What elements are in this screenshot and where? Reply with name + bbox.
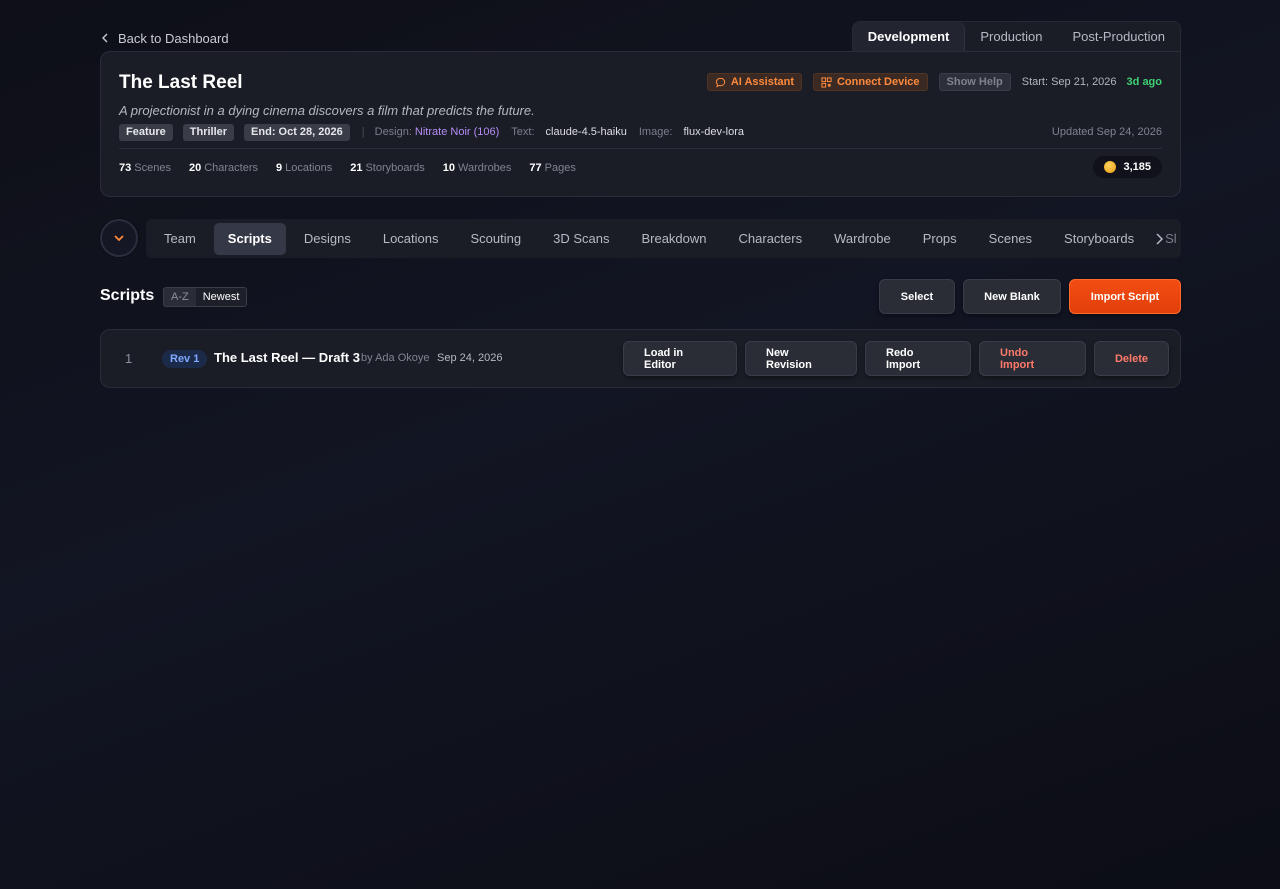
tag-end-date: End: Oct 28, 2026 [244, 123, 350, 141]
chevron-left-icon [102, 33, 108, 43]
text-model-value: claude-4.5-haiku [545, 126, 627, 138]
stat-locations: 9 Locations [276, 162, 333, 174]
collapse-toggle-button[interactable] [100, 219, 138, 257]
card-divider [119, 148, 1162, 149]
sort-newest[interactable]: Newest [195, 288, 247, 306]
project-stats: 73 Scenes 20 Characters 9 Locations 21 Story… [119, 160, 576, 176]
stat-characters: 20 Characters [188, 162, 258, 174]
script-row[interactable]: 1 Rev 1 The Last Reel — Draft 3 by Ada O… [100, 329, 1181, 388]
project-actions: AI Assistant Connect Device Show Help St… [706, 73, 1162, 91]
project-tagline: A projectionist in a dying cinema discov… [119, 103, 535, 118]
section-title: Scripts [100, 287, 155, 304]
design-value[interactable]: Nitrate Noir (106) [415, 126, 499, 138]
ai-assistant-label: AI Assistant [730, 76, 794, 88]
nav-scroll-right[interactable]: Sl [1154, 231, 1177, 246]
sort-az[interactable]: A-Z [164, 288, 196, 306]
sort-toggle: A-Z Newest [163, 287, 248, 307]
nav-team[interactable]: Team [150, 223, 210, 255]
revision-badge: Rev 1 [162, 350, 208, 368]
nav-3d-scans[interactable]: 3D Scans [539, 223, 623, 255]
image-model-value: flux-dev-lora [683, 126, 745, 138]
script-author: by Ada Okoye [361, 352, 430, 364]
nav-designs[interactable]: Designs [290, 223, 365, 255]
select-button[interactable]: Select [879, 279, 955, 314]
scripts-actions: Select New Blank Import Script [879, 279, 1181, 314]
chevron-right-icon [1156, 232, 1164, 245]
tab-development[interactable]: Development [852, 22, 966, 52]
tag-genre: Thriller [182, 123, 235, 141]
time-ago: 3d ago [1126, 76, 1162, 88]
project-title: The Last Reel [119, 72, 243, 93]
credits-badge[interactable]: 3,185 [1093, 156, 1162, 178]
script-date: Sep 24, 2026 [437, 352, 503, 364]
start-date: Start: Sep 21, 2026 [1021, 76, 1117, 88]
row-actions: Load in Editor New Revision Redo Import … [623, 341, 1169, 376]
tab-post-production[interactable]: Post-Production [1058, 22, 1181, 52]
tag-format: Feature [119, 123, 173, 141]
script-title: The Last Reel — Draft 3 [214, 350, 360, 365]
chat-bubble-icon [715, 77, 725, 87]
tab-production[interactable]: Production [965, 22, 1057, 52]
ai-assistant-button[interactable]: AI Assistant [706, 73, 802, 91]
nav-scenes[interactable]: Scenes [975, 223, 1046, 255]
stat-pages: 77 Pages [529, 162, 576, 174]
qr-code-icon [821, 76, 832, 88]
connect-device-label: Connect Device [836, 76, 920, 88]
import-script-button[interactable]: Import Script [1069, 279, 1181, 314]
undo-import-button[interactable]: Undo Import [979, 341, 1086, 376]
stat-storyboards: 21 Storyboards [350, 162, 425, 174]
stat-scenes: 73 Scenes [119, 162, 171, 174]
section-nav: Team Scripts Designs Locations Scouting … [146, 219, 1181, 258]
show-help-label: Show Help [946, 76, 1003, 88]
text-model-label: Text: [511, 126, 535, 138]
project-card: The Last Reel A projectionist in a dying… [100, 51, 1181, 197]
new-revision-button[interactable]: New Revision [745, 341, 857, 376]
updated-date: Updated Sep 24, 2026 [1051, 126, 1162, 138]
meta-separator: | [361, 126, 365, 138]
credits-value: 3,185 [1123, 161, 1151, 173]
nav-scouting[interactable]: Scouting [457, 223, 536, 255]
back-to-dashboard-link[interactable]: Back to Dashboard [100, 29, 229, 47]
project-meta: Feature Thriller End: Oct 28, 2026 | Des… [119, 123, 1162, 141]
delete-button[interactable]: Delete [1094, 341, 1169, 376]
nav-storyboards[interactable]: Storyboards [1050, 223, 1148, 255]
stat-wardrobes: 10 Wardrobes [442, 162, 512, 174]
coin-icon [1104, 161, 1117, 173]
design-label: Design: [374, 126, 412, 138]
image-model-label: Image: [638, 126, 673, 138]
nav-wardrobe[interactable]: Wardrobe [820, 223, 905, 255]
nav-breakdown[interactable]: Breakdown [627, 223, 720, 255]
nav-more-label: Sl [1165, 231, 1177, 246]
new-blank-button[interactable]: New Blank [963, 279, 1061, 314]
nav-props[interactable]: Props [909, 223, 971, 255]
show-help-button[interactable]: Show Help [938, 73, 1011, 91]
nav-locations[interactable]: Locations [369, 223, 453, 255]
connect-device-button[interactable]: Connect Device [812, 73, 928, 91]
back-label: Back to Dashboard [118, 30, 229, 46]
chevron-down-icon [114, 235, 124, 242]
nav-scripts[interactable]: Scripts [213, 222, 286, 255]
nav-characters[interactable]: Characters [725, 223, 817, 255]
redo-import-button[interactable]: Redo Import [865, 341, 971, 376]
load-in-editor-button[interactable]: Load in Editor [623, 341, 737, 376]
phase-tabs: Development Production Post-Production [851, 21, 1181, 52]
row-number: 1 [125, 351, 133, 366]
